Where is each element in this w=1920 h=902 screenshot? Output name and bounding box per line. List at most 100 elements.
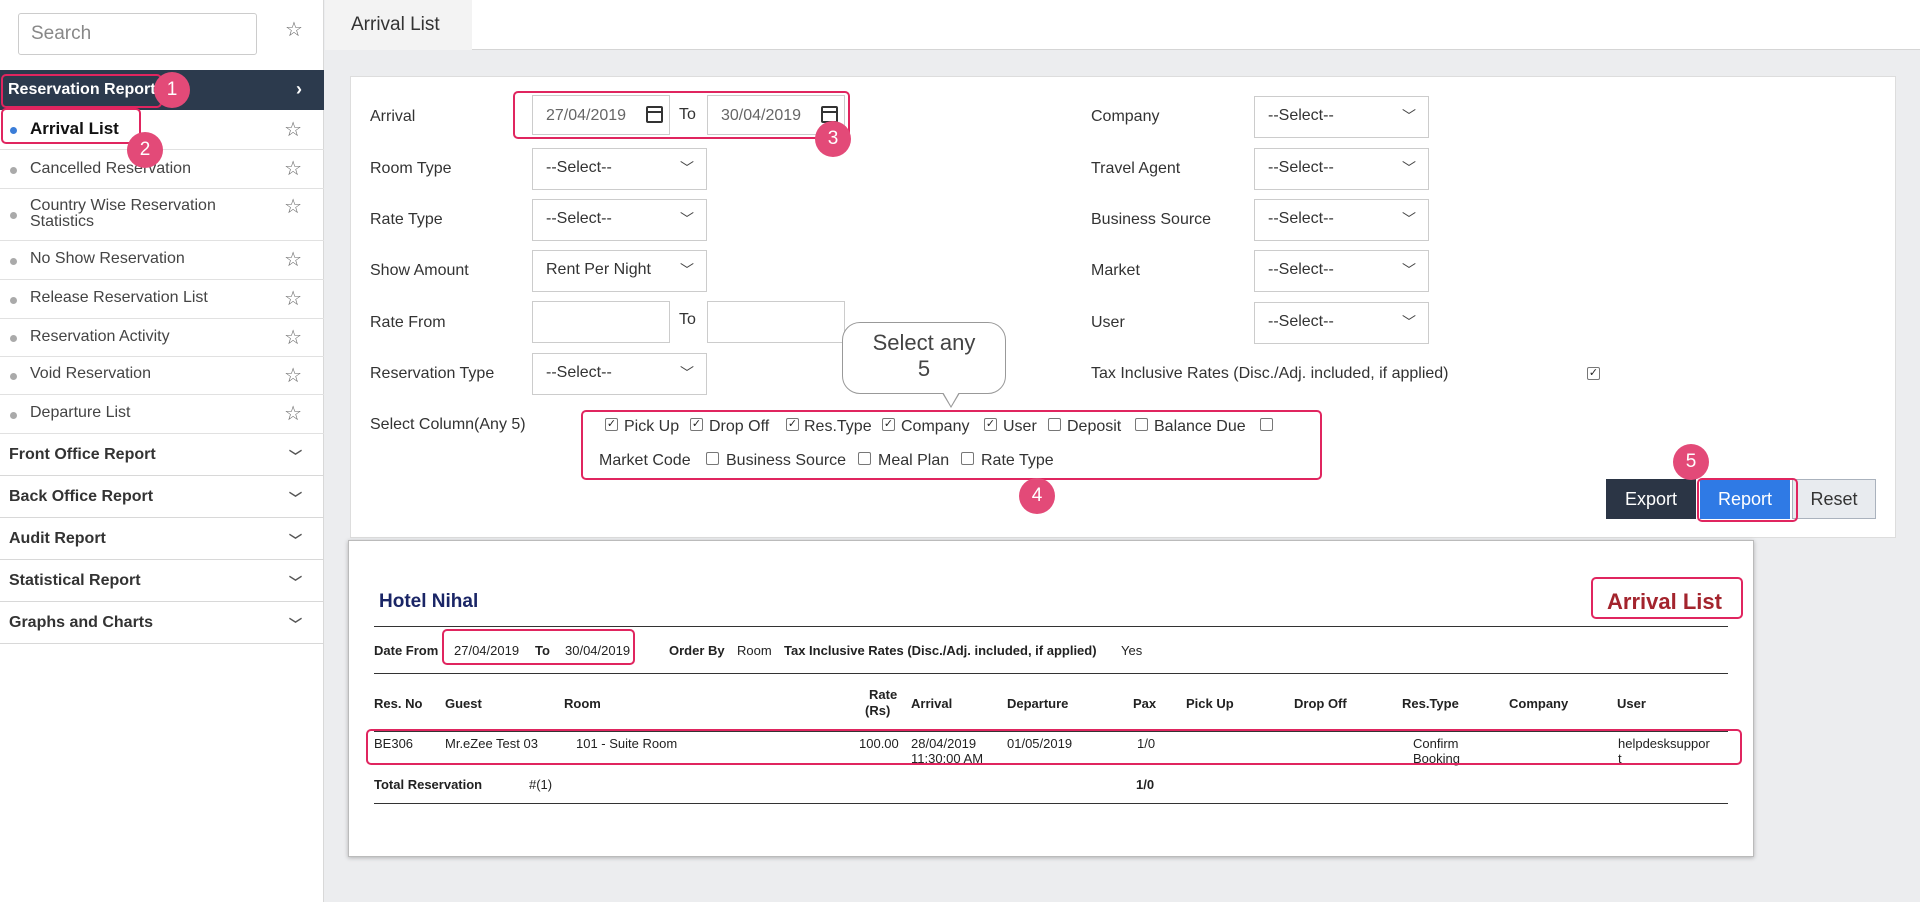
chevron-down-icon: ﹀ [1402, 160, 1416, 176]
rate-type-select[interactable]: --Select-- ﹀ [532, 199, 707, 241]
market-label: Market [1091, 262, 1140, 279]
section-label: Statistical Report [9, 572, 141, 589]
company-label: Company [1091, 108, 1160, 125]
rate-from-label: Rate From [370, 314, 446, 331]
star-icon[interactable]: ☆ [284, 197, 302, 217]
checkbox-tax-inclusive[interactable]: ✓ [1587, 367, 1600, 380]
sidebar-item-label: Country Wise Reservation Statistics [30, 197, 216, 230]
section-statistical-report[interactable]: Statistical Report ﹀ [0, 560, 324, 602]
chevron-down-icon: ﹀ [1402, 211, 1416, 227]
section-front-office-report[interactable]: Front Office Report ﹀ [0, 434, 324, 476]
room-type-select[interactable]: --Select-- ﹀ [532, 148, 707, 190]
tab-bar [472, 0, 1920, 50]
chevron-down-icon: ﹀ [1402, 262, 1416, 278]
rate-to-input[interactable] [707, 301, 845, 343]
rate-type-label: Rate Type [370, 211, 443, 228]
star-icon[interactable]: ☆ [284, 404, 302, 424]
company-select[interactable]: --Select-- ﹀ [1254, 96, 1429, 138]
room-type-label: Room Type [370, 160, 452, 177]
callout-bubble: Select any 5 [842, 322, 1006, 394]
section-audit-report[interactable]: Audit Report ﹀ [0, 518, 324, 560]
header-departure: Departure [1007, 696, 1069, 711]
step-badge-5: 5 [1673, 444, 1709, 480]
highlight-report-row [366, 729, 1742, 765]
sidebar-item-label: Release Reservation List [30, 289, 208, 306]
sidebar-item-label: Void Reservation [30, 365, 151, 382]
section-label: Audit Report [9, 530, 106, 547]
sidebar-item-label: Cancelled Reservation [30, 160, 191, 177]
chevron-down-icon: ﹀ [288, 575, 302, 590]
chevron-down-icon: ﹀ [1402, 108, 1416, 124]
market-value: --Select-- [1268, 261, 1334, 278]
star-icon[interactable]: ☆ [284, 250, 302, 270]
header-guest: Guest [445, 696, 482, 711]
section-label: Graphs and Charts [9, 614, 154, 631]
star-icon[interactable]: ☆ [284, 366, 302, 386]
company-value: --Select-- [1268, 107, 1334, 124]
sidebar-item-departure-list[interactable]: Departure List ☆ [0, 395, 324, 434]
search-input[interactable]: Search [18, 13, 257, 55]
section-label: Front Office Report [9, 446, 156, 463]
select-column-label: Select Column(Any 5) [370, 416, 526, 433]
step-badge-3: 3 [815, 121, 851, 157]
header-user: User [1617, 696, 1646, 711]
export-button[interactable]: Export [1606, 479, 1696, 519]
business-source-label: Business Source [1091, 211, 1212, 228]
sidebar-item-void-reservation[interactable]: Void Reservation ☆ [0, 357, 324, 395]
star-icon[interactable]: ☆ [284, 159, 302, 179]
travel-agent-value: --Select-- [1268, 159, 1334, 176]
header-company: Company [1509, 696, 1569, 711]
sidebar-item-release-reservation[interactable]: Release Reservation List ☆ [0, 280, 324, 319]
chevron-down-icon: ﹀ [680, 211, 694, 227]
order-by-label: Order By [669, 643, 725, 658]
tax-inclusive-label: Tax Inclusive Rates (Disc./Adj. included… [1091, 365, 1449, 382]
step-badge-2: 2 [127, 132, 163, 168]
chevron-down-icon: ﹀ [680, 262, 694, 278]
market-select[interactable]: --Select-- ﹀ [1254, 250, 1429, 292]
bullet-icon [10, 167, 17, 174]
header-rate-unit: (Rs) [865, 703, 891, 718]
highlight-date-range [513, 91, 850, 139]
sidebar-item-label: No Show Reservation [30, 250, 185, 267]
tab-arrival-list[interactable]: Arrival List [325, 0, 472, 50]
section-label: Back Office Report [9, 488, 154, 505]
travel-agent-label: Travel Agent [1091, 160, 1181, 177]
date-from-label: Date From [374, 643, 439, 658]
chevron-down-icon: ﹀ [680, 160, 694, 176]
star-icon[interactable]: ☆ [284, 328, 302, 348]
reservation-type-select[interactable]: --Select-- ﹀ [532, 353, 707, 395]
reset-button[interactable]: Reset [1792, 479, 1876, 519]
highlight-arrival-list [1, 108, 141, 144]
bullet-icon [10, 412, 17, 419]
divider [374, 673, 1728, 674]
arrival-label: Arrival [370, 108, 416, 125]
user-select[interactable]: --Select-- ﹀ [1254, 302, 1429, 344]
user-label: User [1091, 314, 1125, 331]
sidebar-item-label: Reservation Activity [30, 328, 170, 345]
highlight-report-title [1591, 577, 1743, 619]
divider [374, 626, 1728, 627]
star-icon[interactable]: ☆ [284, 120, 302, 140]
star-icon[interactable]: ☆ [284, 289, 302, 309]
show-amount-select[interactable]: Rent Per Night ﹀ [532, 250, 707, 292]
section-back-office-report[interactable]: Back Office Report ﹀ [0, 476, 324, 518]
travel-agent-select[interactable]: --Select-- ﹀ [1254, 148, 1429, 190]
section-graphs-and-charts[interactable]: Graphs and Charts ﹀ [0, 602, 324, 644]
business-source-select[interactable]: --Select-- ﹀ [1254, 199, 1429, 241]
sidebar-item-country-wise[interactable]: Country Wise Reservation Statistics ☆ [0, 189, 324, 241]
reservation-type-label: Reservation Type [370, 365, 495, 382]
favorites-star-icon[interactable]: ☆ [285, 20, 303, 40]
chevron-down-icon: ﹀ [288, 533, 302, 548]
callout-line-2: 5 [917, 356, 931, 381]
highlight-reservation-report [1, 74, 162, 108]
rate-from-input[interactable] [532, 301, 670, 343]
header-rate: Rate [869, 687, 898, 702]
sidebar-item-no-show[interactable]: No Show Reservation ☆ [0, 241, 324, 280]
step-badge-4: 4 [1019, 478, 1055, 514]
header-pick-up: Pick Up [1186, 696, 1234, 711]
sidebar-item-reservation-activity[interactable]: Reservation Activity ☆ [0, 319, 324, 357]
total-count: #(1) [529, 777, 553, 792]
highlight-report-dates [442, 629, 635, 665]
divider [374, 803, 1728, 804]
bullet-icon [10, 335, 17, 342]
